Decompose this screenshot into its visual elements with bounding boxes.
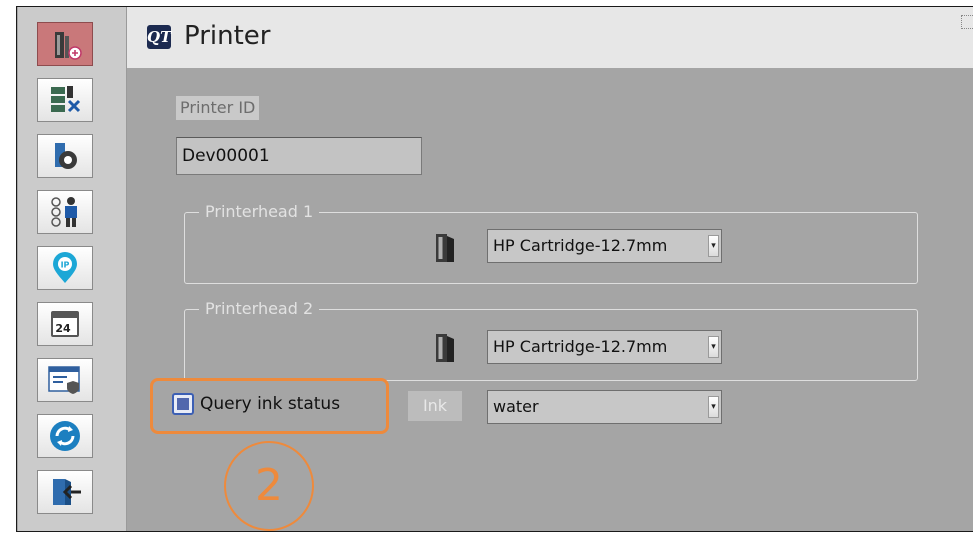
printerhead-2-cartridge-value: HP Cartridge-12.7mm xyxy=(493,337,668,356)
query-ink-checkbox[interactable] xyxy=(172,393,194,415)
chevron-down-icon[interactable]: ▾ xyxy=(708,336,719,358)
ip-location-icon: IP xyxy=(43,250,87,286)
svg-text:24: 24 xyxy=(55,322,71,335)
sidebar: IP 24 xyxy=(18,7,127,531)
chevron-down-icon[interactable]: ▾ xyxy=(708,396,719,418)
sidebar-item-schedule[interactable]: 24 xyxy=(37,302,93,346)
sync-icon xyxy=(43,418,87,454)
exit-door-icon xyxy=(43,474,87,510)
ink-type-value: water xyxy=(493,397,539,416)
ink-type-select[interactable]: water ▾ xyxy=(487,390,722,424)
printerhead-1-cartridge-select[interactable]: HP Cartridge-12.7mm ▾ xyxy=(487,229,722,263)
step-number-callout: 2 xyxy=(224,441,314,531)
checkbox-checked-mark xyxy=(177,398,189,410)
ink-label: Ink xyxy=(408,391,462,421)
svg-text:IP: IP xyxy=(61,261,70,270)
sidebar-item-ip[interactable]: IP xyxy=(37,246,93,290)
page-title: Printer xyxy=(184,21,271,51)
printer-id-label: Printer ID xyxy=(176,96,260,120)
printerhead-2-cartridge-select[interactable]: HP Cartridge-12.7mm ▾ xyxy=(487,330,722,364)
security-settings-icon xyxy=(43,362,87,398)
printer-id-field[interactable]: Dev00001 xyxy=(176,137,422,175)
printerhead-1-title: Printerhead 1 xyxy=(199,202,320,222)
sidebar-item-security[interactable] xyxy=(37,358,93,402)
title-bar: QT Printer xyxy=(127,7,973,68)
sidebar-item-exit[interactable] xyxy=(37,470,93,514)
query-ink-label[interactable]: Query ink status xyxy=(200,394,340,414)
sidebar-item-printer[interactable] xyxy=(37,22,93,66)
sidebar-item-users[interactable] xyxy=(37,190,93,234)
sidebar-item-network[interactable] xyxy=(37,78,93,122)
cartridge-icon xyxy=(436,234,454,262)
printerhead-1-cartridge-value: HP Cartridge-12.7mm xyxy=(493,236,668,255)
calendar-24-icon: 24 xyxy=(43,306,87,342)
settings-gear-icon xyxy=(43,138,87,174)
network-tools-icon xyxy=(43,82,87,118)
user-management-icon xyxy=(43,194,87,230)
printer-add-icon xyxy=(43,26,87,62)
cartridge-icon xyxy=(436,334,454,362)
sidebar-item-sync[interactable] xyxy=(37,414,93,458)
sidebar-item-settings[interactable] xyxy=(37,134,93,178)
window-restore-icon[interactable] xyxy=(961,15,973,29)
printerhead-2-title: Printerhead 2 xyxy=(199,299,320,319)
chevron-down-icon[interactable]: ▾ xyxy=(708,235,719,257)
qt-logo-icon: QT xyxy=(147,25,171,49)
